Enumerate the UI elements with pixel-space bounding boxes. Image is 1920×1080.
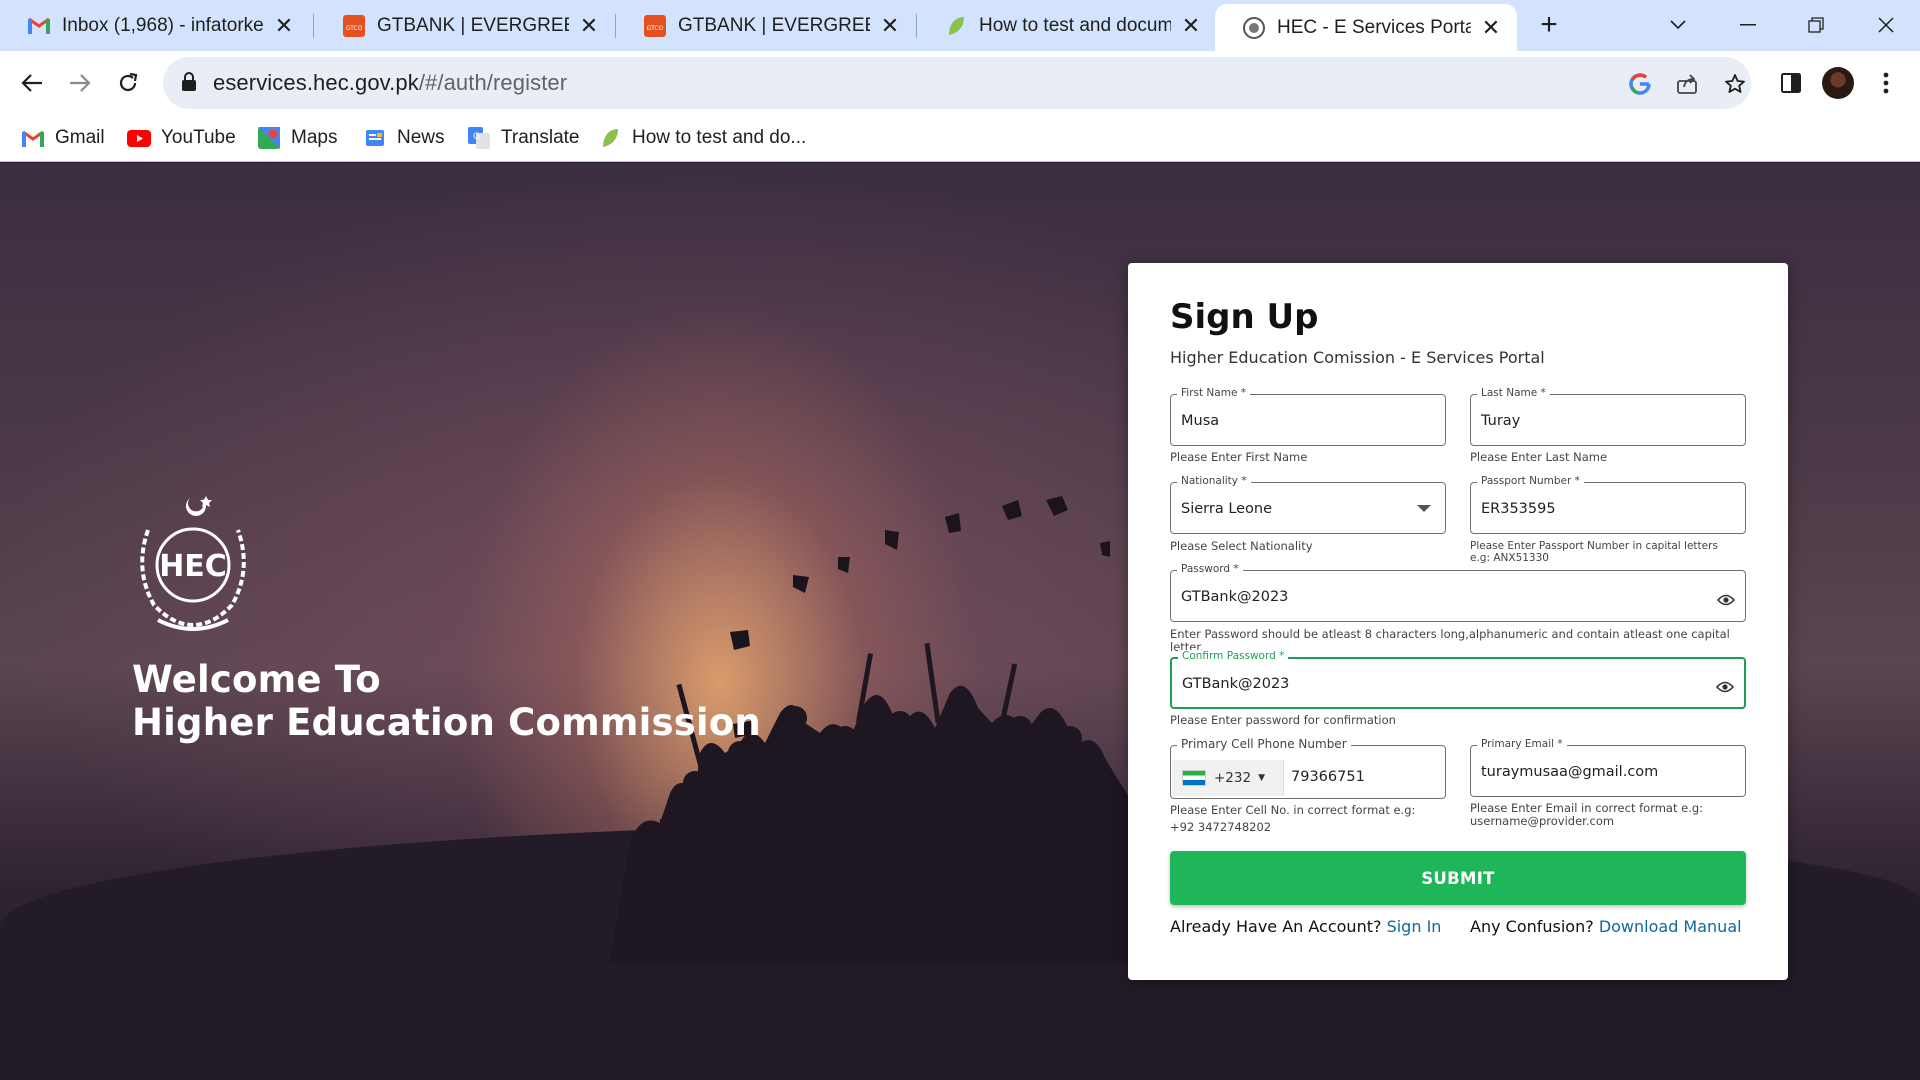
- signin-prompt: Already Have An Account? Sign In: [1170, 917, 1442, 936]
- svg-text:GTCO: GTCO: [647, 25, 664, 32]
- svg-text:G: G: [473, 132, 480, 142]
- last-name-help: Please Enter Last Name: [1470, 450, 1608, 464]
- passport-help: Please Enter Passport Number in capital …: [1470, 540, 1718, 564]
- close-tab-icon[interactable]: ✕: [1179, 13, 1203, 38]
- bookmarks-bar: Gmail YouTube Maps News G Translate How …: [0, 114, 1920, 162]
- signup-card: Sign Up Higher Education Comission - E S…: [1128, 263, 1788, 980]
- dropdown-arrow-icon: [1417, 505, 1431, 512]
- close-window-button[interactable]: [1866, 8, 1906, 42]
- bookmark-star-icon[interactable]: [1720, 69, 1750, 99]
- gmail-icon: [28, 15, 50, 37]
- tab-how-to-test[interactable]: How to test and documen ✕: [917, 0, 1217, 51]
- nationality-select[interactable]: Nationality * Sierra Leone: [1170, 475, 1446, 534]
- address-bar[interactable]: eservices.hec.gov.pk/#/auth/register: [163, 57, 1751, 109]
- gtco-icon: GTCO: [644, 14, 666, 37]
- news-icon: [363, 126, 387, 150]
- reload-button[interactable]: [108, 63, 148, 103]
- download-manual-link[interactable]: Download Manual: [1599, 917, 1742, 936]
- profile-avatar[interactable]: [1818, 63, 1858, 103]
- form-title: Sign Up: [1170, 297, 1319, 337]
- tab-search-chevron-icon[interactable]: [1658, 8, 1698, 42]
- close-tab-icon[interactable]: ✕: [577, 13, 601, 38]
- tab-title: GTBANK | EVERGREEN: [377, 14, 569, 36]
- hec-logo: HEC: [140, 496, 246, 631]
- tab-title: HEC - E Services Portal: [1277, 16, 1471, 38]
- dropdown-arrow-icon: ▼: [1258, 773, 1266, 783]
- tab-title: GTBANK | EVERGREEN: [678, 14, 870, 36]
- tab-gtbank-2[interactable]: GTCO GTBANK | EVERGREEN ✕: [616, 0, 916, 51]
- bookmark-youtube[interactable]: YouTube: [127, 124, 236, 152]
- hec-icon: [1243, 16, 1265, 39]
- form-subtitle: Higher Education Comission - E Services …: [1170, 348, 1545, 367]
- nationality-help: Please Select Nationality: [1170, 539, 1313, 553]
- close-tab-icon[interactable]: ✕: [878, 13, 902, 38]
- forward-button[interactable]: [60, 63, 100, 103]
- svg-text:HEC: HEC: [159, 549, 227, 584]
- lock-icon: [182, 72, 196, 91]
- phone-help: Please Enter Cell No. in correct format …: [1170, 803, 1416, 834]
- share-icon[interactable]: [1672, 69, 1702, 99]
- gtco-icon: GTCO: [343, 14, 365, 37]
- manual-prompt: Any Confusion? Download Manual: [1470, 917, 1742, 936]
- sign-in-link[interactable]: Sign In: [1387, 917, 1442, 936]
- restore-button[interactable]: [1796, 8, 1836, 42]
- phone-field[interactable]: Primary Cell Phone Number +232 ▼ 7936675…: [1170, 737, 1446, 799]
- side-panel-icon[interactable]: [1771, 63, 1811, 103]
- sierra-leone-flag-icon: [1182, 770, 1206, 786]
- back-button[interactable]: [12, 63, 52, 103]
- tab-gmail-inbox[interactable]: Inbox (1,968) - infatorkeh ✕: [0, 0, 310, 51]
- bookmark-news[interactable]: News: [363, 124, 445, 152]
- first-name-field[interactable]: First Name * Musa: [1170, 387, 1446, 446]
- tab-hec-portal[interactable]: HEC - E Services Portal ✕: [1215, 4, 1517, 51]
- tab-gtbank-1[interactable]: GTCO GTBANK | EVERGREEN ✕: [315, 0, 615, 51]
- tab-title: Inbox (1,968) - infatorkeh: [62, 14, 264, 36]
- gmail-icon: [21, 126, 45, 150]
- leaf-icon: [945, 15, 967, 37]
- leaf-icon: [598, 126, 622, 150]
- minimize-button[interactable]: [1728, 8, 1768, 42]
- bookmark-maps[interactable]: Maps: [257, 124, 337, 152]
- last-name-field[interactable]: Last Name * Turay: [1470, 387, 1746, 446]
- bookmark-gmail[interactable]: Gmail: [21, 124, 105, 152]
- email-help: Please Enter Email in correct format e.g…: [1470, 801, 1704, 828]
- bookmark-how-to-test[interactable]: How to test and do...: [598, 124, 806, 152]
- confirm-password-field[interactable]: Confirm Password * GTBank@2023: [1170, 650, 1746, 709]
- google-icon[interactable]: [1625, 69, 1655, 99]
- confirm-password-help: Please Enter password for confirmation: [1170, 713, 1396, 727]
- submit-button[interactable]: SUBMIT: [1170, 851, 1746, 905]
- passport-number-field[interactable]: Passport Number * ER353595: [1470, 475, 1746, 534]
- country-code-select[interactable]: +232 ▼: [1172, 760, 1284, 796]
- maps-icon: [257, 126, 281, 150]
- email-field[interactable]: Primary Email * turaymusaa@gmail.com: [1470, 738, 1746, 797]
- eye-icon[interactable]: [1716, 680, 1734, 694]
- bookmark-translate[interactable]: G Translate: [467, 124, 580, 152]
- translate-icon: G: [467, 126, 491, 150]
- svg-text:GTCO: GTCO: [346, 25, 363, 32]
- eye-icon[interactable]: [1717, 593, 1735, 607]
- welcome-heading: Welcome To Higher Education Commission: [132, 658, 761, 744]
- close-tab-icon[interactable]: ✕: [272, 13, 296, 38]
- new-tab-button[interactable]: +: [1533, 10, 1565, 42]
- menu-kebab-icon[interactable]: [1866, 63, 1906, 103]
- browser-toolbar: eservices.hec.gov.pk/#/auth/register: [0, 51, 1920, 114]
- first-name-help: Please Enter First Name: [1170, 450, 1308, 464]
- url-text: eservices.hec.gov.pk/#/auth/register: [213, 70, 568, 95]
- tab-strip: Inbox (1,968) - infatorkeh ✕ GTCO GTBANK…: [0, 0, 1920, 51]
- youtube-icon: [127, 126, 151, 150]
- close-tab-icon[interactable]: ✕: [1479, 15, 1503, 40]
- tab-title: How to test and documen: [979, 14, 1171, 36]
- password-field[interactable]: Password * GTBank@2023: [1170, 563, 1746, 622]
